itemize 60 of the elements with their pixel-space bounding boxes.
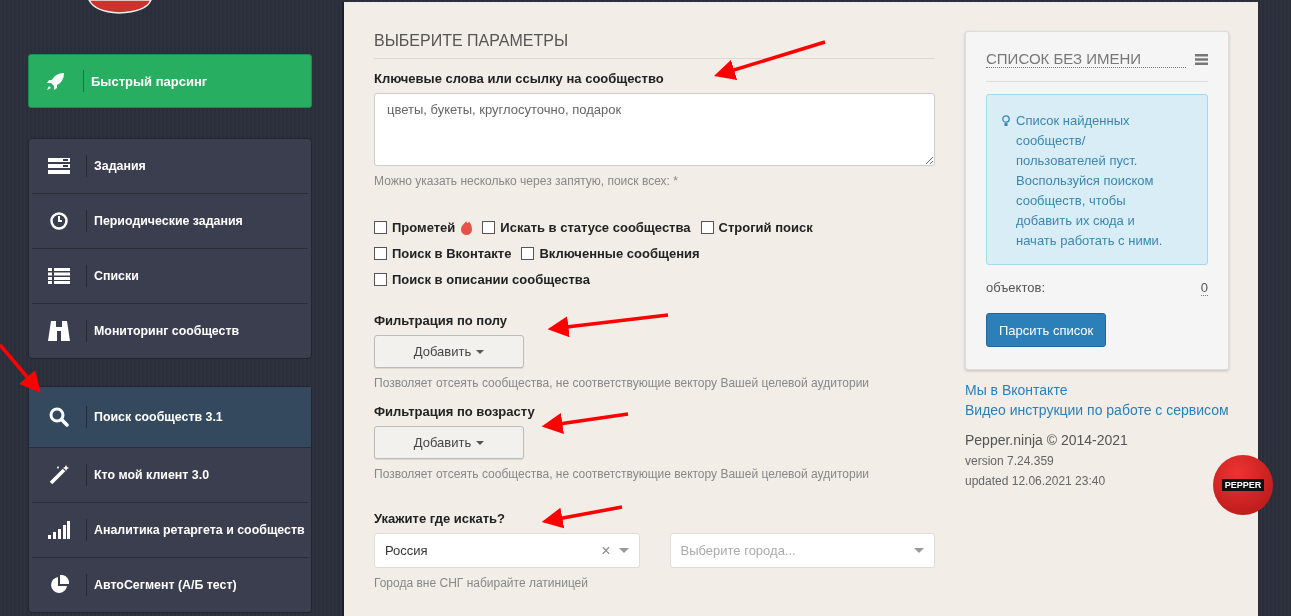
clear-icon[interactable]: × (601, 541, 611, 560)
caret-icon (914, 548, 924, 553)
sidebar-item[interactable]: АвтоСегмент (А/Б тест) (32, 558, 308, 612)
checkbox[interactable] (374, 273, 387, 286)
checkbox-label: Прометей (392, 220, 456, 235)
checkbox[interactable] (700, 221, 714, 234)
link[interactable]: Видео инструкции по работе с сервисом (965, 402, 1229, 418)
parse-list-button[interactable]: Парсить список (986, 313, 1107, 347)
logo-drawing (88, 0, 152, 14)
search-icon (49, 407, 69, 427)
binoculars-icon (48, 321, 70, 341)
country-select[interactable]: Россия × (374, 533, 640, 568)
add-dropdown-button[interactable]: Добавить (374, 426, 524, 459)
clock-icon (50, 212, 68, 230)
checkbox[interactable] (374, 221, 387, 234)
sidebar-item[interactable]: Кто мой клиент 3.0 (32, 448, 308, 503)
checkbox-label: Включенные сообщения (539, 246, 700, 261)
checkbox-label: Поиск в Вконтакте (392, 246, 512, 261)
lightbulb-icon (1002, 115, 1010, 127)
checkbox[interactable] (374, 247, 387, 260)
signal-bars-icon (48, 521, 70, 539)
sidebar-item[interactable]: Периодические задания (32, 194, 308, 249)
info-text: Список найденных сообществ/ пользователей пуст. Воспользуйся поиском сообществ, чтобы добавить их сюда и начать работать с ними. (1016, 112, 1164, 250)
checkbox[interactable] (482, 221, 496, 234)
field-hint: Позволяет отсеять сообщества, не соответствующие вектору Вашей целевой аудитории (374, 467, 871, 481)
checkbox-label: Строгий поиск (718, 220, 813, 235)
field-label: Фильтрация по возрасту (374, 404, 535, 419)
caret-icon (476, 440, 485, 445)
magic-wand-icon (49, 465, 69, 485)
pie-chart-icon (49, 575, 69, 595)
field-label: Укажите где искать? (374, 511, 505, 526)
sidebar-item[interactable]: Аналитика ретаргета и сообществ (32, 503, 308, 558)
add-dropdown-button[interactable]: Добавить (374, 335, 524, 368)
sidebar-item[interactable]: Списки (32, 249, 308, 304)
section-title: ВЫБЕРИТЕ ПАРАМЕТРЫ (374, 32, 935, 59)
sidebar-item[interactable]: Задания (32, 139, 308, 194)
checkbox-label: Искать в статусе сообщества (500, 220, 691, 235)
field-hint: Города вне СНГ набирайте латиницей (374, 576, 589, 590)
annotation-arrow (0, 343, 41, 393)
field-hint: Можно указать несколько через запятую, поиск всех: * (374, 174, 679, 188)
copyright-text: Pepper.ninja © 2014-2021 (965, 432, 1129, 448)
count-value: 0 (1200, 280, 1208, 296)
list-icon (48, 268, 70, 284)
rocket-icon (46, 71, 66, 91)
link[interactable]: Мы в Вконтакте (965, 382, 1229, 398)
version-text: version 7.24.359 (965, 454, 1055, 468)
sidebar-item[interactable]: Мониторинг сообществ (32, 304, 308, 358)
checkbox[interactable] (521, 247, 535, 260)
keywords-field[interactable]: цветы, букеты, круглосуточно, подарок (374, 93, 935, 166)
checkbox-label: Поиск в описании сообщества (392, 272, 590, 287)
list-title[interactable]: СПИСОК БЕЗ ИМЕНИ (986, 50, 1186, 68)
field-label: Ключевые слова или ссылку на сообщество (374, 71, 664, 86)
server-icon (48, 158, 70, 174)
sidebar-item[interactable]: Поиск сообществ 3.1 (29, 387, 311, 448)
field-label: Фильтрация по полу (374, 313, 508, 328)
count-label: объектов: (986, 280, 1045, 296)
menu-icon[interactable] (1195, 53, 1208, 65)
caret-icon (476, 349, 485, 354)
caret-icon (618, 548, 629, 553)
field-hint: Позволяет отсеять сообщества, не соответствующие вектору Вашей целевой аудитории (374, 376, 871, 390)
